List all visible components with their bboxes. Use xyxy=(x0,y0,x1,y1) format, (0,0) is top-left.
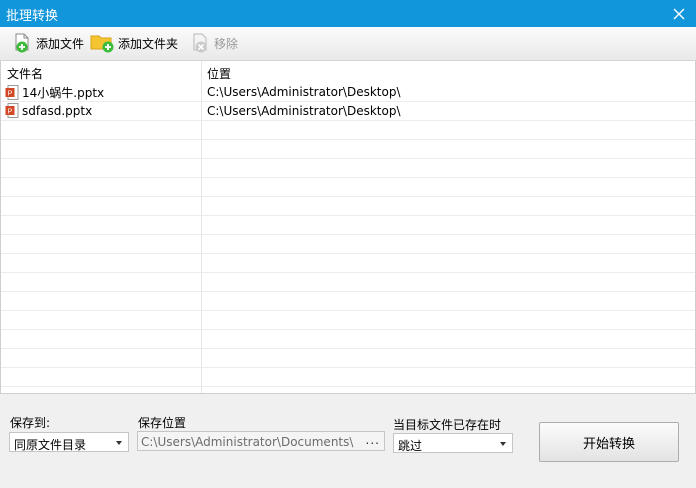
table-row[interactable]: P 14小蜗牛.pptx C:\Users\Administrator\Desk… xyxy=(1,83,695,102)
remove-label: 移除 xyxy=(214,36,239,51)
remove-icon xyxy=(193,33,207,53)
add-file-button[interactable]: 添加文件 xyxy=(12,32,84,54)
batch-convert-window: 批理转换 添加文件 添加文件夹 移除 文件名 位置 P 14小蜗牛.pptx C… xyxy=(0,0,696,488)
empty-row xyxy=(1,121,695,140)
column-header-location[interactable]: 位置 xyxy=(207,65,231,82)
chevron-down-icon xyxy=(116,441,122,445)
add-folder-label: 添加文件夹 xyxy=(118,36,179,51)
file-name-cell: P sdfasd.pptx xyxy=(5,103,92,118)
empty-row xyxy=(1,197,695,216)
add-folder-icon xyxy=(90,35,114,53)
empty-row xyxy=(1,368,695,387)
close-icon xyxy=(673,8,685,19)
svg-text:P: P xyxy=(8,91,13,98)
svg-text:P: P xyxy=(8,109,13,116)
file-name: sdfasd.pptx xyxy=(22,103,93,118)
save-location-value: C:\Users\Administrator\Documents\ xyxy=(141,435,354,449)
add-file-label: 添加文件 xyxy=(36,36,85,51)
file-location: C:\Users\Administrator\Desktop\ xyxy=(207,104,401,118)
save-to-label: 保存到: xyxy=(10,416,51,430)
pptx-file-icon: P xyxy=(5,103,19,118)
empty-row xyxy=(1,178,695,197)
options-panel: 保存到: 同原文件目录 保存位置 C:\Users\Administrator\… xyxy=(0,394,696,488)
add-folder-button[interactable]: 添加文件夹 xyxy=(90,32,178,54)
file-location: C:\Users\Administrator\Desktop\ xyxy=(207,85,401,99)
start-convert-button[interactable]: 开始转换 xyxy=(539,422,679,462)
chevron-down-icon xyxy=(500,442,506,446)
empty-row xyxy=(1,159,695,178)
empty-row xyxy=(1,330,695,349)
file-name: 14小蜗牛.pptx xyxy=(22,86,105,100)
remove-button[interactable]: 移除 xyxy=(190,32,238,54)
empty-row xyxy=(1,254,695,273)
file-name-cell: P 14小蜗牛.pptx xyxy=(5,84,104,101)
toolbar: 添加文件 添加文件夹 移除 xyxy=(0,27,696,61)
save-location-label: 保存位置 xyxy=(138,416,187,430)
pptx-file-icon: P xyxy=(5,85,19,100)
exists-value: 跳过 xyxy=(398,439,423,453)
empty-row xyxy=(1,311,695,330)
empty-row xyxy=(1,140,695,159)
empty-row xyxy=(1,235,695,254)
save-location-field[interactable]: C:\Users\Administrator\Documents\ ... xyxy=(137,431,385,451)
table-row[interactable]: P sdfasd.pptx C:\Users\Administrator\Des… xyxy=(1,102,695,121)
empty-row xyxy=(1,349,695,368)
add-file-icon xyxy=(15,33,29,53)
save-to-value: 同原文件目录 xyxy=(14,438,87,452)
browse-button[interactable]: ... xyxy=(366,433,380,447)
title-bar: 批理转换 xyxy=(0,0,696,27)
close-button[interactable] xyxy=(662,0,696,27)
save-to-select[interactable]: 同原文件目录 xyxy=(9,432,129,452)
column-header-filename[interactable]: 文件名 xyxy=(7,65,43,82)
empty-row xyxy=(1,292,695,311)
list-header: 文件名 位置 xyxy=(1,61,695,83)
empty-row xyxy=(1,273,695,292)
file-list[interactable]: 文件名 位置 P 14小蜗牛.pptx C:\Users\Administrat… xyxy=(0,61,696,394)
window-title: 批理转换 xyxy=(6,9,59,24)
empty-row xyxy=(1,216,695,235)
exists-select[interactable]: 跳过 xyxy=(393,433,513,453)
exists-label: 当目标文件已存在时 xyxy=(393,418,502,432)
